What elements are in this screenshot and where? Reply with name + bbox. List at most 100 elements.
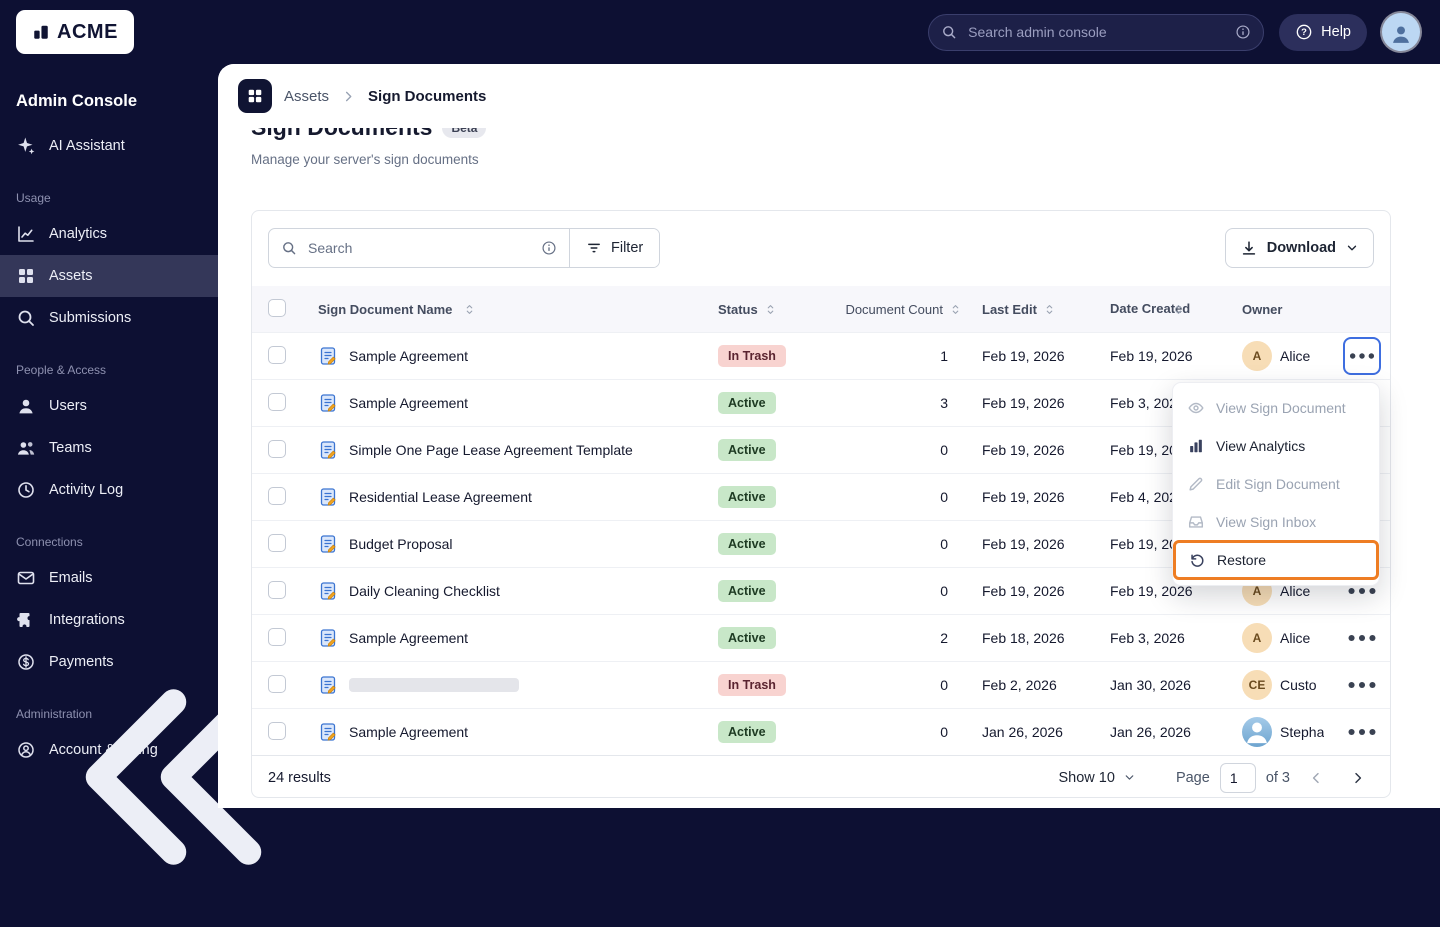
- sidebar-item-activity-log[interactable]: Activity Log: [0, 469, 218, 511]
- owner-avatar: CE: [1242, 670, 1272, 700]
- column-label: Last Edit: [982, 301, 1037, 317]
- sort-icon[interactable]: [1172, 303, 1185, 316]
- status-badge: Active: [718, 580, 776, 602]
- acme-logo[interactable]: ACME: [16, 10, 134, 54]
- row-actions-menu: View Sign Document View Analytics Edit S…: [1172, 382, 1380, 586]
- info-icon[interactable]: [541, 240, 557, 256]
- search-icon: [941, 24, 957, 40]
- previous-page-button[interactable]: [1300, 762, 1332, 794]
- last-edit: Jan 26, 2026: [982, 724, 1063, 740]
- sidebar-collapse[interactable]: Hide: [0, 689, 358, 865]
- envelope-icon: [16, 568, 36, 588]
- table-row[interactable]: Sample Agreement Active 0 Jan 26, 2026 J…: [252, 708, 1390, 755]
- row-checkbox[interactable]: [268, 580, 286, 599]
- sort-icon[interactable]: [463, 303, 476, 316]
- owner-name: Alice: [1280, 630, 1311, 646]
- document-name[interactable]: Daily Cleaning Checklist: [349, 583, 500, 599]
- row-checkbox[interactable]: [268, 439, 286, 458]
- document-name[interactable]: Residential Lease Agreement: [349, 489, 532, 505]
- row-checkbox[interactable]: [268, 674, 286, 693]
- sidebar-item-teams[interactable]: Teams: [0, 427, 218, 469]
- admin-search[interactable]: [928, 13, 1265, 51]
- column-header-count[interactable]: Document Count: [844, 302, 970, 317]
- sidebar-item-emails[interactable]: Emails: [0, 557, 218, 599]
- menu-item-restore[interactable]: Restore: [1173, 540, 1379, 580]
- page-subtitle: Manage your server's sign documents: [251, 152, 479, 167]
- column-header-owner[interactable]: Owner: [1228, 302, 1334, 317]
- row-checkbox[interactable]: [268, 627, 286, 646]
- row-checkbox[interactable]: [268, 486, 286, 505]
- sign-document-icon: [318, 675, 338, 695]
- table-search-input[interactable]: [306, 239, 532, 257]
- breadcrumb-parent[interactable]: Assets: [284, 88, 329, 105]
- status-badge: Active: [718, 439, 776, 461]
- search-filter-group: Filter: [268, 228, 661, 268]
- page-number-input[interactable]: [1219, 762, 1256, 793]
- document-count: 2: [940, 630, 948, 646]
- sign-document-icon: [318, 440, 338, 460]
- download-button[interactable]: Download: [1224, 228, 1374, 268]
- sparkle-icon: [16, 136, 36, 156]
- table-row[interactable]: Sample Agreement Active 2 Feb 18, 2026 F…: [252, 614, 1390, 661]
- sidebar-item-submissions[interactable]: Submissions: [0, 297, 218, 339]
- row-actions-button[interactable]: [1343, 713, 1381, 751]
- sort-icon[interactable]: [949, 303, 962, 316]
- admin-search-input[interactable]: [966, 23, 1227, 41]
- menu-item-view-analytics[interactable]: View Analytics: [1173, 427, 1379, 465]
- sidebar-item-assets[interactable]: Assets: [0, 255, 218, 297]
- page-size-select[interactable]: Show 10: [1059, 770, 1136, 786]
- row-actions-button[interactable]: [1343, 619, 1381, 657]
- column-header-name[interactable]: Sign Document Name: [300, 302, 718, 317]
- last-edit: Feb 19, 2026: [982, 395, 1065, 411]
- sidebar-item-ai-assistant[interactable]: AI Assistant: [0, 125, 218, 167]
- user-avatar[interactable]: [1382, 13, 1420, 51]
- sidebar-item-label: Integrations: [49, 612, 125, 628]
- last-edit: Feb 2, 2026: [982, 677, 1057, 693]
- column-label: Document Count: [845, 301, 943, 317]
- last-edit: Feb 19, 2026: [982, 536, 1065, 552]
- breadcrumb: Assets Sign Documents: [218, 64, 1440, 128]
- row-checkbox[interactable]: [268, 721, 286, 740]
- sign-document-icon: [318, 487, 338, 507]
- table-header: Sign Document Name Status Document Count…: [252, 286, 1390, 332]
- sidebar-item-label: AI Assistant: [49, 138, 125, 154]
- row-checkbox[interactable]: [268, 392, 286, 411]
- last-edit: Feb 19, 2026: [982, 442, 1065, 458]
- row-checkbox[interactable]: [268, 345, 286, 364]
- table-row[interactable]: Sample Agreement In Trash 1 Feb 19, 2026…: [252, 332, 1390, 379]
- sort-icon[interactable]: [764, 303, 777, 316]
- column-header-last-edit[interactable]: Last Edit: [970, 302, 1098, 317]
- chevron-right-icon: [1350, 770, 1366, 786]
- filter-button[interactable]: Filter: [570, 229, 660, 267]
- menu-item-label: Restore: [1217, 552, 1267, 568]
- help-button[interactable]: ? Help: [1279, 13, 1367, 51]
- select-all-checkbox[interactable]: [268, 298, 286, 317]
- document-name[interactable]: Sample Agreement: [349, 395, 468, 411]
- document-name[interactable]: Sample Agreement: [349, 630, 468, 646]
- column-header-date-created[interactable]: Date Created: [1098, 301, 1228, 317]
- last-edit: Feb 19, 2026: [982, 348, 1065, 364]
- last-edit: Feb 18, 2026: [982, 630, 1065, 646]
- date-created: Feb 3, 2026: [1110, 630, 1185, 646]
- sidebar-item-users[interactable]: Users: [0, 385, 218, 427]
- status-badge: In Trash: [718, 674, 786, 696]
- search-icon: [281, 240, 297, 256]
- row-actions-button[interactable]: [1343, 337, 1381, 375]
- document-count: 3: [940, 395, 948, 411]
- document-name[interactable]: Simple One Page Lease Agreement Template: [349, 442, 633, 458]
- table-footer: 24 results Show 10 Page of 3: [252, 755, 1390, 799]
- column-header-status[interactable]: Status: [718, 302, 844, 317]
- row-checkbox[interactable]: [268, 533, 286, 552]
- sort-icon[interactable]: [1043, 303, 1056, 316]
- document-name[interactable]: Budget Proposal: [349, 536, 453, 552]
- table-row[interactable]: In Trash 0 Feb 2, 2026 Jan 30, 2026 CE C…: [252, 661, 1390, 708]
- next-page-button[interactable]: [1342, 762, 1374, 794]
- table-search[interactable]: [269, 229, 569, 267]
- document-count: 0: [940, 489, 948, 505]
- sidebar-item-label: Analytics: [49, 226, 108, 242]
- sidebar-item-analytics[interactable]: Analytics: [0, 213, 218, 255]
- document-name[interactable]: Sample Agreement: [349, 724, 468, 740]
- info-icon[interactable]: [1235, 24, 1251, 40]
- row-actions-button[interactable]: [1343, 666, 1381, 704]
- document-name[interactable]: Sample Agreement: [349, 348, 468, 364]
